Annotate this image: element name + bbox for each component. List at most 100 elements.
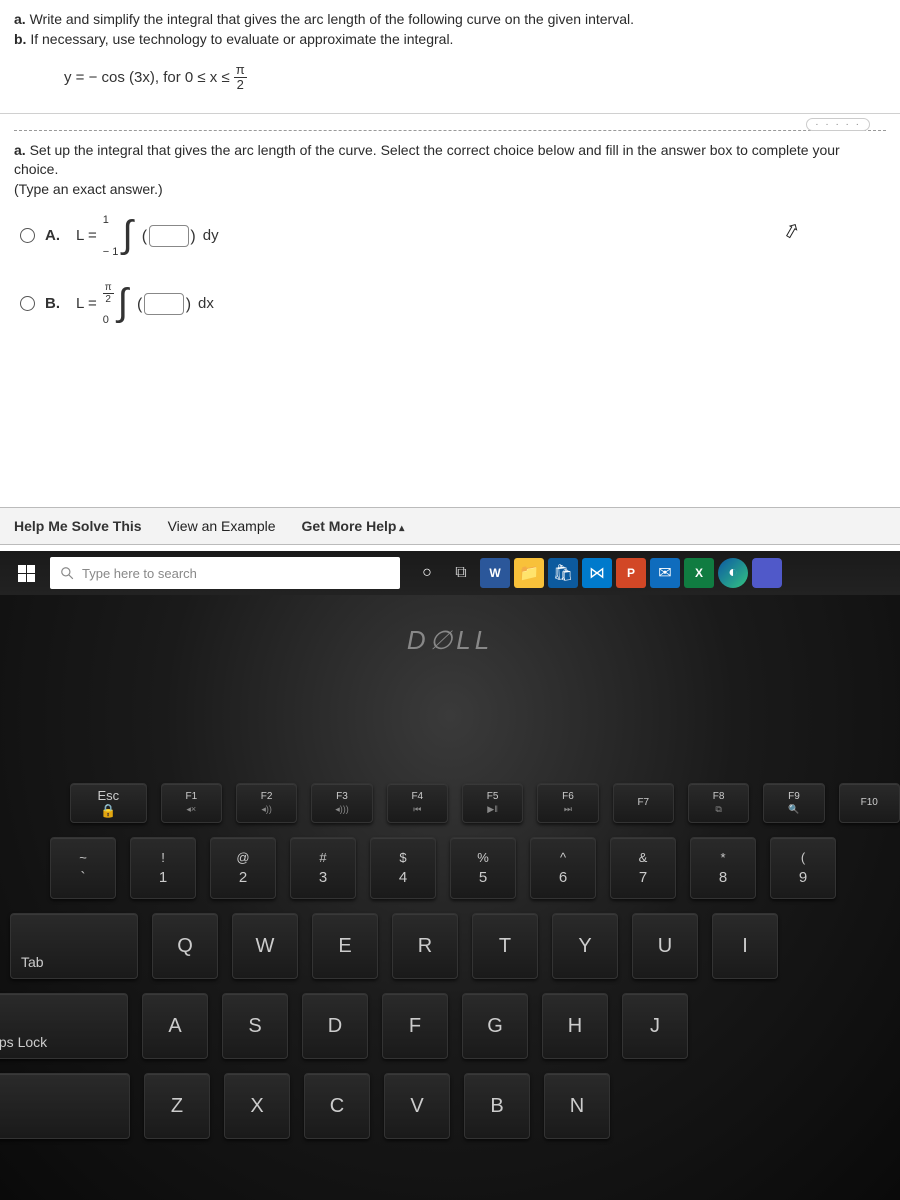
key-a[interactable]: A — [142, 993, 208, 1059]
help-solve-link[interactable]: Help Me Solve This — [14, 518, 142, 534]
key-f2[interactable]: F2◂)) — [236, 783, 297, 823]
key-c[interactable]: C — [304, 1073, 370, 1139]
equation-lhs: y = − cos (3x), for 0 ≤ x ≤ — [64, 69, 230, 86]
setup-instruction: Set up the integral that gives the arc l… — [14, 142, 840, 178]
choice-b-upper-num: π — [103, 282, 114, 294]
choice-a-integral: 1 − 1 ∫ — [107, 214, 135, 258]
choice-b-upper-den: 2 — [103, 294, 113, 305]
choice-b-input[interactable] — [144, 293, 184, 315]
part-b-label: b. — [14, 31, 26, 47]
key-i[interactable]: I — [712, 913, 778, 979]
key-y[interactable]: Y — [552, 913, 618, 979]
choice-a-row[interactable]: A. L = 1 − 1 ∫ dy — [20, 214, 886, 258]
view-example-link[interactable]: View an Example — [168, 518, 276, 534]
key-4[interactable]: $4 — [370, 837, 436, 899]
key-capslock[interactable]: Caps Lock — [0, 993, 128, 1059]
key-5[interactable]: %5 — [450, 837, 516, 899]
key-g[interactable]: G — [462, 993, 528, 1059]
key-n[interactable]: N — [544, 1073, 610, 1139]
choice-b-integral: π 2 0 ∫ — [107, 282, 130, 326]
key-d[interactable]: D — [302, 993, 368, 1059]
key-f5[interactable]: F5▶‖ — [462, 783, 523, 823]
dell-logo: D∅LL — [407, 625, 493, 656]
key-z[interactable]: Z — [144, 1073, 210, 1139]
key-e[interactable]: E — [312, 913, 378, 979]
task-view-icon[interactable]: ⧉ — [446, 558, 476, 588]
radio-a[interactable] — [20, 228, 35, 243]
choice-b-row[interactable]: B. L = π 2 0 ∫ dx — [20, 282, 886, 326]
choice-a-label: A. — [45, 227, 60, 244]
store-icon[interactable]: 🛍 — [548, 558, 578, 588]
key-x[interactable]: X — [224, 1073, 290, 1139]
part-b-question-text: If necessary, use technology to evaluate… — [30, 31, 453, 47]
explorer-icon[interactable]: 📁 — [514, 558, 544, 588]
key-1[interactable]: !1 — [130, 837, 196, 899]
key-esc[interactable]: Esc 🔒 — [70, 783, 147, 823]
qwerty-row: Tab Q W E R T Y U I — [10, 913, 900, 979]
key-shift[interactable]: ft — [0, 1073, 130, 1139]
key-f8[interactable]: F8⧉ — [688, 783, 749, 823]
key-grave[interactable]: ~` — [50, 837, 116, 899]
key-r[interactable]: R — [392, 913, 458, 979]
key-8[interactable]: *8 — [690, 837, 756, 899]
search-placeholder: Type here to search — [82, 566, 197, 581]
setup-part-label: a. — [14, 142, 26, 158]
search-input[interactable]: Type here to search — [50, 557, 400, 589]
key-v[interactable]: V — [384, 1073, 450, 1139]
key-f9[interactable]: F9🔍 — [763, 783, 824, 823]
taskbar: Type here to search ○ ⧉ W 📁 🛍 ⋈ P ✉ X ◐ — [0, 551, 900, 595]
excel-icon[interactable]: X — [684, 558, 714, 588]
setup-note: (Type an exact answer.) — [14, 180, 886, 200]
key-j[interactable]: J — [622, 993, 688, 1059]
part-a-label: a. — [14, 11, 26, 27]
key-f[interactable]: F — [382, 993, 448, 1059]
choice-a-lower: − 1 — [103, 246, 119, 258]
key-u[interactable]: U — [632, 913, 698, 979]
lock-icon: 🔒 — [100, 803, 116, 819]
app-icon[interactable] — [752, 558, 782, 588]
key-f10[interactable]: F10 — [839, 783, 900, 823]
key-h[interactable]: H — [542, 993, 608, 1059]
divider-dots: · · · · · — [806, 118, 870, 131]
choice-a-upper: 1 — [103, 214, 119, 226]
get-more-help-link[interactable]: Get More Help — [302, 518, 405, 534]
key-f6[interactable]: F6⏭ — [537, 783, 598, 823]
choice-b-prefix: L = — [76, 295, 97, 312]
key-q[interactable]: Q — [152, 913, 218, 979]
key-f3[interactable]: F3◂))) — [311, 783, 372, 823]
powerpoint-icon[interactable]: P — [616, 558, 646, 588]
key-t[interactable]: T — [472, 913, 538, 979]
cortana-icon[interactable]: ○ — [412, 558, 442, 588]
choice-a-input[interactable] — [149, 225, 189, 247]
key-3[interactable]: #3 — [290, 837, 356, 899]
key-6[interactable]: ^6 — [530, 837, 596, 899]
num-row: ~` !1 @2 #3 $4 %5 ^6 &7 *8 (9 — [50, 837, 900, 899]
key-s[interactable]: S — [222, 993, 288, 1059]
choice-b-label: B. — [45, 295, 60, 312]
key-tab[interactable]: Tab — [10, 913, 138, 979]
frac-den: 2 — [235, 78, 246, 92]
mail-icon[interactable]: ✉ — [650, 558, 680, 588]
choice-b-suffix: dx — [198, 295, 214, 312]
choice-b-lower: 0 — [103, 314, 114, 326]
vscode-icon[interactable]: ⋈ — [582, 558, 612, 588]
key-b[interactable]: B — [464, 1073, 530, 1139]
key-w[interactable]: W — [232, 913, 298, 979]
windows-icon — [18, 565, 35, 582]
frac-num: π — [234, 63, 247, 78]
integral-sign-icon: ∫ — [122, 224, 132, 247]
key-f4[interactable]: F4⏮ — [387, 783, 448, 823]
start-button[interactable] — [8, 558, 44, 588]
word-icon[interactable]: W — [480, 558, 510, 588]
key-7[interactable]: &7 — [610, 837, 676, 899]
key-9[interactable]: (9 — [770, 837, 836, 899]
key-f1[interactable]: F1◂× — [161, 783, 222, 823]
help-bar: Help Me Solve This View an Example Get M… — [0, 507, 900, 545]
key-2[interactable]: @2 — [210, 837, 276, 899]
given-equation: y = − cos (3x), for 0 ≤ x ≤ π 2 — [64, 63, 866, 93]
part-a-question-text: Write and simplify the integral that giv… — [30, 11, 634, 27]
radio-b[interactable] — [20, 296, 35, 311]
search-icon — [60, 566, 74, 580]
edge-icon[interactable]: ◐ — [718, 558, 748, 588]
key-f7[interactable]: F7 — [613, 783, 674, 823]
